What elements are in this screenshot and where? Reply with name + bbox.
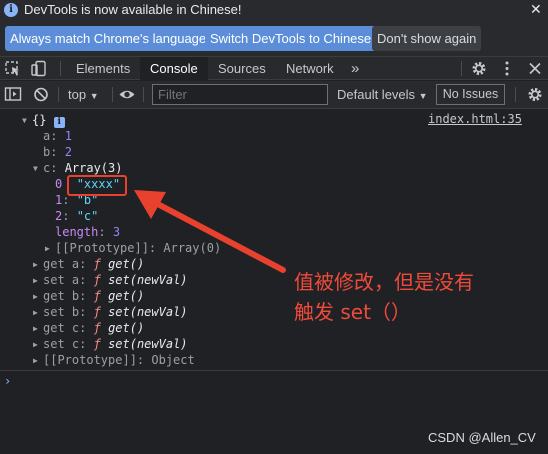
annotation-line-2: 触发 set（） [294,300,411,324]
annotation-arrow-icon [134,190,286,273]
watermark: CSDN @Allen_CV [428,430,536,445]
annotation-line-1: 值被修改，但是没有 [294,270,474,294]
